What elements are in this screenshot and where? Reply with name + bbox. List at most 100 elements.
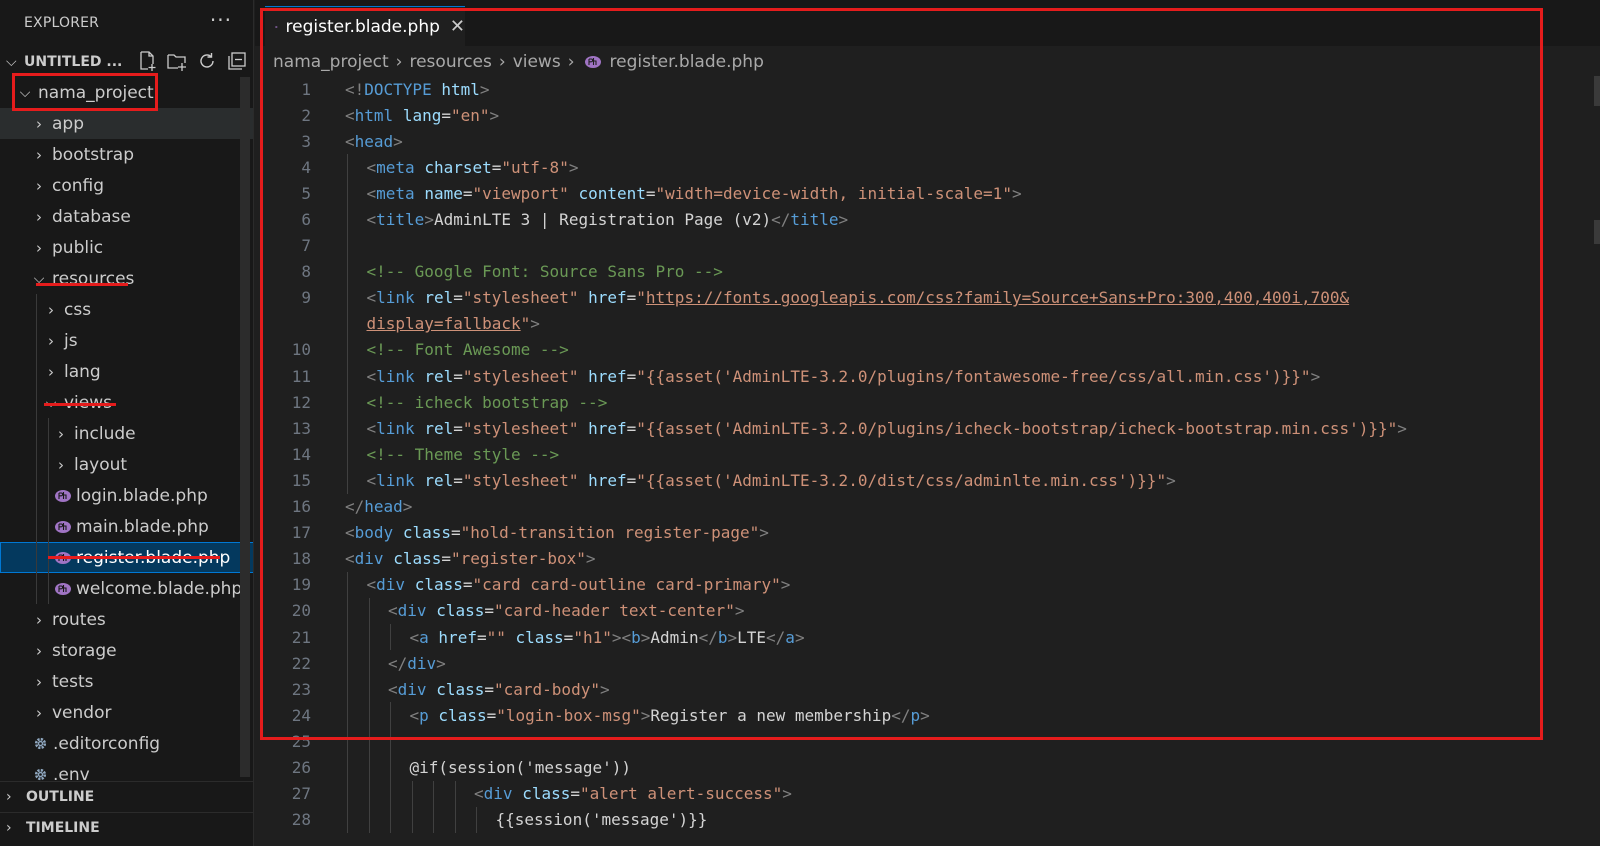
- indent-guide: [48, 449, 49, 480]
- code-line: 27 < div class = "alert alert-success" >: [255, 780, 1600, 807]
- chevron-right-icon: ›: [36, 145, 42, 164]
- outline-label: OUTLINE: [26, 789, 95, 805]
- php-file-icon: [55, 582, 71, 595]
- tree-item-label: js: [64, 330, 78, 351]
- refresh-icon[interactable]: [196, 50, 218, 76]
- tree-folder[interactable]: › lang: [0, 356, 253, 387]
- code-line: 28 {{session('message')}}: [255, 806, 1600, 833]
- tree-file[interactable]: login.blade.php: [0, 480, 253, 511]
- annotation-underline-register: [48, 556, 220, 559]
- tree-file[interactable]: main.blade.php: [0, 511, 253, 542]
- chevron-right-icon: ›: [58, 424, 64, 443]
- indent-guide: [368, 780, 370, 807]
- indent-guide: [411, 806, 413, 833]
- chevron-down-icon[interactable]: ⌵: [6, 54, 24, 70]
- explorer-title: EXPLORER: [24, 15, 100, 31]
- indent-guide: [390, 806, 391, 833]
- indent-guide: [36, 449, 37, 480]
- tree-item-label: lang: [64, 361, 101, 382]
- tree-item-label: public: [52, 237, 104, 258]
- indent-guide: [48, 573, 49, 604]
- indent-guide: [390, 754, 391, 781]
- new-folder-icon[interactable]: [166, 50, 188, 76]
- tree-folder[interactable]: › public: [0, 232, 253, 263]
- more-actions-icon[interactable]: ···: [210, 8, 232, 32]
- timeline-label: TIMELINE: [26, 820, 100, 836]
- indent-guide: [36, 387, 37, 418]
- outline-panel-header[interactable]: › OUTLINE: [0, 781, 253, 812]
- annotation-box-project: [12, 73, 158, 111]
- indent-guide: [390, 780, 391, 807]
- tree-item-label: tests: [52, 671, 94, 692]
- tree-folder[interactable]: ⌵ resources: [0, 263, 253, 294]
- code-token: "alert alert-success": [580, 784, 783, 804]
- indent-guide: [476, 806, 477, 833]
- indent-guide: [368, 806, 370, 833]
- tree-item-label: storage: [52, 640, 117, 661]
- indent-guide: [347, 806, 348, 833]
- annotation-box-code: [260, 8, 1543, 740]
- line-number: 26: [291, 757, 311, 777]
- collapse-all-icon[interactable]: [226, 50, 248, 76]
- tree-folder[interactable]: › tests: [0, 666, 253, 697]
- chevron-right-icon: ›: [36, 672, 42, 691]
- code-text: < div class = "alert alert-success" >: [474, 781, 792, 807]
- php-file-icon: [55, 520, 71, 533]
- chevron-right-icon: ›: [36, 703, 42, 722]
- chevron-right-icon: ›: [48, 362, 54, 381]
- sidebar-scrollbar[interactable]: [240, 77, 250, 777]
- chevron-right-icon: ›: [48, 331, 54, 350]
- indent-guide: [36, 418, 37, 449]
- tree-folder[interactable]: › layout: [0, 449, 253, 480]
- tree-file[interactable]: welcome.blade.php: [0, 573, 253, 604]
- code-token: @if(session('message')): [409, 757, 632, 777]
- chevron-right-icon: ›: [36, 641, 42, 660]
- code-token: <: [474, 784, 484, 804]
- indent-guide: [454, 806, 456, 833]
- tree-item-label: .editorconfig: [53, 733, 161, 754]
- indent-guide: [36, 480, 37, 511]
- chevron-right-icon: ›: [6, 820, 12, 836]
- tree-item-label: config: [52, 175, 105, 196]
- gear-icon: [34, 737, 47, 750]
- tree-item-label: bootstrap: [52, 144, 134, 165]
- tree-folder[interactable]: ⌵views: [0, 387, 253, 418]
- chevron-right-icon: ›: [36, 114, 42, 133]
- indent-guide: [347, 780, 348, 807]
- editor-area: register.blade.php ✕ nama_project › reso…: [255, 0, 1600, 846]
- tree-item-label: vendor: [52, 702, 112, 723]
- tree-item-label: app: [52, 113, 84, 134]
- tree-item-label: css: [64, 299, 92, 320]
- tree-file[interactable]: .editorconfig: [0, 728, 253, 759]
- indent-guide: [36, 511, 37, 542]
- indent-guide: [411, 780, 413, 807]
- tree-folder[interactable]: › storage: [0, 635, 253, 666]
- workspace-header[interactable]: ⌵ UNTITLED ...: [0, 48, 253, 76]
- tree-item-label: include: [74, 423, 136, 444]
- php-file-icon: [55, 489, 71, 502]
- tree-folder[interactable]: › include: [0, 418, 253, 449]
- explorer-header: EXPLORER ···: [0, 0, 253, 46]
- tree-item-label: login.blade.php: [76, 485, 208, 506]
- chevron-right-icon: ›: [6, 789, 12, 805]
- tree-item-label: welcome.blade.php: [76, 578, 243, 599]
- tree-folder[interactable]: › app: [0, 108, 253, 139]
- tree-folder[interactable]: › config: [0, 170, 253, 201]
- indent-guide: [48, 418, 49, 449]
- tree-folder[interactable]: › css: [0, 294, 253, 325]
- tree-folder[interactable]: › database: [0, 201, 253, 232]
- indent-guide: [454, 780, 456, 807]
- workspace-name: UNTITLED ...: [24, 54, 123, 70]
- tree-folder[interactable]: › bootstrap: [0, 139, 253, 170]
- tree-folder[interactable]: › routes: [0, 604, 253, 635]
- indent-guide: [48, 480, 49, 511]
- indent-guide: [36, 573, 37, 604]
- timeline-panel-header[interactable]: › TIMELINE: [0, 812, 253, 843]
- chevron-right-icon: ›: [36, 610, 42, 629]
- code-text: @if(session('message')): [410, 754, 632, 780]
- file-tree: ⌵ nama_project › app › bootstrap › config › datab…: [0, 77, 253, 790]
- line-number: 28: [291, 810, 311, 830]
- indent-guide: [433, 806, 434, 833]
- tree-folder[interactable]: › vendor: [0, 697, 253, 728]
- tree-folder[interactable]: › js: [0, 325, 253, 356]
